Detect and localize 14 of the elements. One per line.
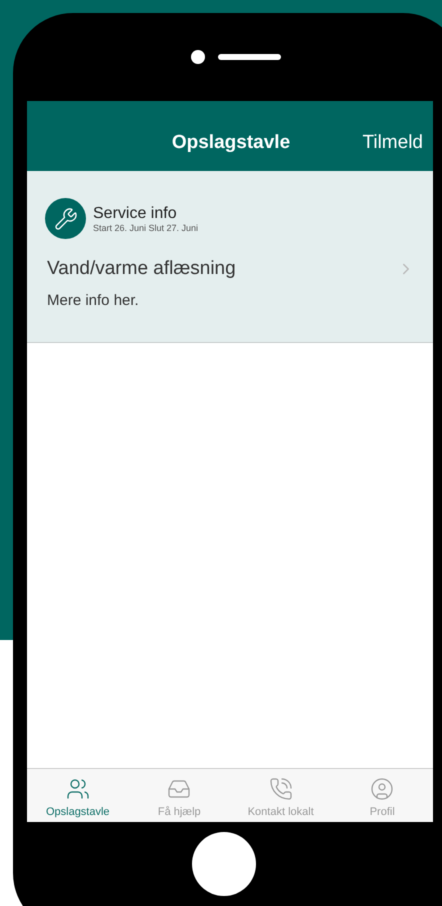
sign-up-button[interactable]: Tilmeld <box>362 128 423 157</box>
tab-item[interactable]: Opslagstavle <box>27 769 128 822</box>
notice-card[interactable]: Service info Start 26. Juni Slut 27. Juni Vand/varme aflæsning Mere info her. <box>27 171 433 343</box>
camera-icon <box>191 50 205 64</box>
notice-body: Mere info her. <box>46 290 140 310</box>
people-icon <box>66 777 90 801</box>
category-title: Service info <box>93 204 178 222</box>
wrench-icon <box>45 198 86 239</box>
date-range: Start 26. Juni Slut 27. Juni <box>93 222 198 234</box>
speaker-icon <box>218 54 281 60</box>
header-title: Opslagstavle <box>172 130 290 154</box>
phone-icon <box>268 777 293 801</box>
notice-title: Vand/varme aflæsning <box>47 257 237 281</box>
user-icon <box>370 777 394 801</box>
